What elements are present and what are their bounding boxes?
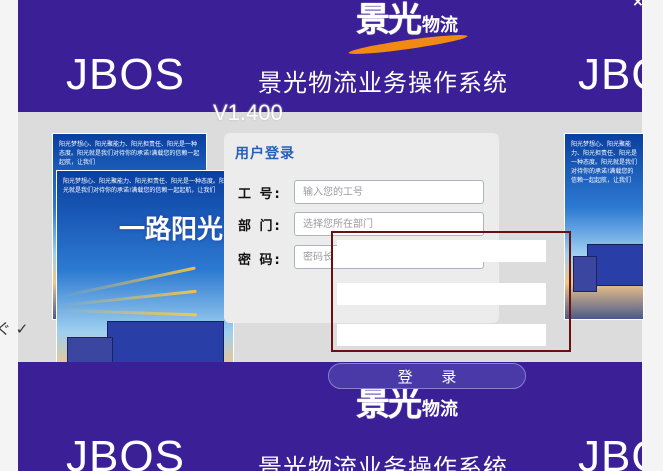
jbos-label-left: JBOS [66,432,185,471]
logo-main-text: 景光 [356,0,422,40]
poster-caption: 阳光梦想心、阳光聚能力、阳光担责任、阳光是一种态度。阳光就是我们对待你的承诺!满… [59,141,200,166]
login-title: 用户登录 [235,146,295,162]
system-title: 景光物流业务操作系统 [258,69,508,97]
close-icon[interactable]: × [632,0,642,10]
logo-main-text: 景光 [356,384,422,424]
jbos-label-left: JBOS [66,50,185,99]
side-glyph: ぐ ✓ [0,320,29,338]
overlay-field-2[interactable] [337,283,546,305]
employee-id-label: 工 号: [238,187,282,202]
poster-caption: 阳光梦想心、阳光聚能力、阳光担责任、阳光是一种态度。阳光就是我们对待你的承诺!满… [571,141,638,184]
poster-slogan: 一路阳光 [119,215,224,245]
logo-sub-text: 物流 [422,399,458,420]
poster-caption: 阳光梦想心、阳光聚能力、阳光担责任、阳光是一种态度。阳光就是我们对待你的承诺!满… [63,178,226,194]
department-label: 部 门: [238,219,282,234]
light-beam [57,308,198,317]
system-title: 景光物流业务操作系统 [258,454,508,471]
password-label: 密 码: [238,253,282,268]
jbos-label-right: JBOS [578,432,642,471]
jbos-label-right: JBOS [578,50,642,99]
logo-sub-text: 物流 [422,15,458,36]
header-banner: 景光物流 JBOS 景光物流业务操作系统 JBOS × [18,0,642,112]
overlay-field-3[interactable] [337,324,546,346]
employee-id-input[interactable] [294,180,484,204]
version-label: V1.400 [213,100,283,125]
poster-back-right: 阳光梦想心、阳光聚能力、阳光担责任、阳光是一种态度。阳光就是我们对待你的承诺!满… [564,133,644,320]
login-button[interactable]: 登 录 [328,363,526,389]
truck-cab [573,256,597,292]
overlay-field-1[interactable] [337,240,546,262]
